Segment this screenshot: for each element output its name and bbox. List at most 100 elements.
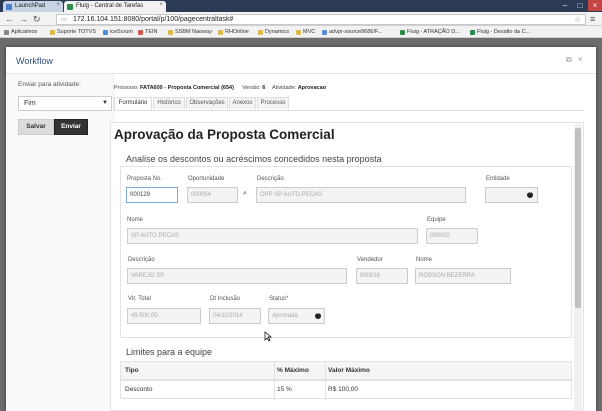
bookmark-advpr[interactable]: advpr-source8686/F...	[322, 27, 382, 37]
bookmark-rhonline[interactable]: RHOnline	[218, 27, 249, 37]
url-text: 172.16.104.151:8080/portal/p/100/pagecen…	[73, 16, 234, 23]
version-info: Versão: 6	[242, 85, 265, 91]
minimize-icon[interactable]: –	[558, 0, 572, 11]
status-label: Status*	[269, 296, 289, 302]
header-tipo: Tipo	[125, 367, 139, 374]
browser-tab-label: LaunchPad	[15, 3, 46, 9]
search-icon[interactable]: ⌕	[243, 190, 247, 198]
folder-icon	[168, 30, 173, 35]
close-tab-icon[interactable]: ×	[56, 2, 60, 8]
tab-historico[interactable]: Histórico	[153, 97, 185, 109]
form-scrollbar-thumb[interactable]	[575, 128, 581, 308]
bookmark-fluig-atracao[interactable]: Fluig - ATRAÇÃO D...	[400, 27, 460, 37]
vendedor-input[interactable]: 000016	[356, 268, 408, 284]
close-window-icon[interactable]: ×	[588, 0, 602, 11]
browser-menu-icon[interactable]: ≡	[590, 13, 595, 25]
entidade-label: Entidade	[486, 176, 510, 182]
close-modal-icon[interactable]: ×	[578, 55, 583, 64]
version-label: Versão:	[242, 85, 261, 91]
oportunidade-input[interactable]: 000054	[187, 187, 238, 203]
section-discounts-title: Analise os descontos ou acréscimos conce…	[126, 154, 382, 164]
equipe-input[interactable]: 000002	[426, 228, 478, 244]
bookmark-mvc[interactable]: MVC	[296, 27, 315, 37]
browser-tab-fluig[interactable]: Fluig - Central de Tarefas ×	[64, 1, 166, 12]
vlr-total-input[interactable]: 49.500,00	[127, 308, 201, 324]
bookmark-label: MVC	[303, 29, 316, 35]
launchpad-favicon-icon	[6, 4, 12, 10]
address-bar[interactable]: ▭ 172.16.104.151:8080/portal/p/100/pagec…	[56, 14, 586, 25]
descricao-input[interactable]: OPP SP AUTO PECAS	[256, 187, 466, 203]
back-icon[interactable]: ←	[5, 13, 14, 25]
bookmark-label: RHOnline	[225, 29, 249, 35]
bookmark-label: Fluig - ATRAÇÃO D...	[407, 29, 460, 35]
vlr-total-label: Vlr. Total	[128, 296, 151, 302]
tab-anexos[interactable]: Anexos	[229, 97, 256, 109]
browser-tab-bar: LaunchPad × Fluig - Central de Tarefas ×…	[0, 0, 602, 12]
chevron-down-icon: ▼	[102, 100, 108, 106]
tab-processo[interactable]: Processo	[257, 97, 289, 109]
bookmark-star-icon[interactable]: ☆	[574, 15, 581, 24]
bookmark-label: advpr-source8686/F...	[329, 29, 383, 35]
header-percent-max: % Máximo	[277, 367, 309, 374]
column-divider	[274, 381, 275, 400]
activity-info: Atividade: Aprovacao	[272, 85, 326, 91]
browser-tab-label: Fluig - Central de Tarefas	[76, 3, 144, 9]
clear-entidade-icon[interactable]	[527, 190, 533, 198]
tein-icon	[138, 30, 143, 35]
page-info-icon[interactable]: ▭	[61, 16, 67, 25]
descricao-equipe-input[interactable]: VAREJO SP	[127, 268, 347, 284]
bookmark-label: Dynamics	[265, 29, 290, 35]
bookmark-tein[interactable]: TEIN	[138, 27, 158, 37]
version-value: 6	[262, 85, 266, 91]
descricao-equipe-label: Descrição	[128, 257, 155, 263]
bookmark-suporte-totvs[interactable]: Suporte TOTVS	[50, 27, 96, 37]
popout-icon[interactable]: ⧉	[566, 55, 572, 65]
folder-icon	[258, 30, 263, 35]
reload-icon[interactable]: ↻	[33, 13, 41, 25]
close-tab-icon[interactable]: ×	[159, 2, 163, 8]
nome-input[interactable]: SP AUTO PECAS	[127, 228, 418, 244]
dt-inclusao-input[interactable]: 04/11/2014	[209, 308, 261, 324]
browser-toolbar: ← → ↻ ▭ 172.16.104.151:8080/portal/p/100…	[0, 12, 602, 26]
table-row: Desconto 15 % R$ 100,00	[120, 380, 572, 400]
maximize-icon[interactable]: □	[573, 0, 587, 11]
form-title: Aprovação da Proposta Comercial	[114, 127, 335, 142]
mouse-cursor-icon	[264, 331, 272, 342]
modal-header: Workflow ⧉ ×	[6, 47, 596, 74]
process-info: Processo: FATA600 - Proposta Comercial (…	[114, 85, 234, 91]
activity-select[interactable]: Fim ▼	[18, 96, 112, 111]
bookmark-apps[interactable]: Aplicativos	[4, 27, 37, 37]
bookmark-dynamics[interactable]: Dynamics	[258, 27, 289, 37]
header-valor-max: Valor Máximo	[328, 367, 370, 374]
column-divider	[274, 362, 275, 381]
browser-tab-launchpad[interactable]: LaunchPad ×	[3, 1, 63, 12]
cell-percent-max: 15 %	[277, 386, 292, 393]
fluig-icon	[400, 30, 405, 35]
cell-valor-max: R$ 100,00	[328, 386, 358, 393]
bookmark-icescrum[interactable]: iceScrum	[103, 27, 133, 37]
vendedor-label: Vendedor	[357, 257, 383, 263]
proposta-input[interactable]: 000129	[126, 187, 178, 203]
column-divider	[325, 362, 326, 381]
send-button[interactable]: Enviar	[54, 119, 88, 135]
bookmark-fluig-desafio[interactable]: Fluig - Desafio da C...	[470, 27, 530, 37]
nome-vendedor-input[interactable]: ROBSON BEZERRA	[415, 268, 511, 284]
bookmark-label: Aplicativos	[11, 29, 38, 35]
cell-tipo: Desconto	[125, 386, 153, 393]
clear-status-icon[interactable]	[315, 311, 321, 319]
modal-title: Workflow	[16, 56, 53, 66]
forward-icon[interactable]: →	[19, 13, 28, 25]
activity-select-value: Fim	[24, 100, 36, 107]
apps-icon	[4, 30, 9, 35]
process-value: FATA600 - Proposta Comercial (654)	[140, 85, 234, 91]
tab-formulario[interactable]: Formulário	[114, 97, 152, 110]
bookmarks-bar: Aplicativos Suporte TOTVS iceScrum TEIN …	[0, 26, 602, 38]
tab-observacoes[interactable]: Observações	[186, 97, 228, 109]
proposta-label: Proposta No.	[127, 176, 163, 182]
bookmark-label: TEIN	[145, 29, 158, 35]
bookmark-ssbm[interactable]: SSBM Naoway	[168, 27, 212, 37]
folder-icon	[50, 30, 55, 35]
save-button[interactable]: Salvar	[18, 119, 54, 135]
fluig-favicon-icon	[67, 4, 73, 10]
descricao-label: Descrição	[257, 176, 284, 182]
